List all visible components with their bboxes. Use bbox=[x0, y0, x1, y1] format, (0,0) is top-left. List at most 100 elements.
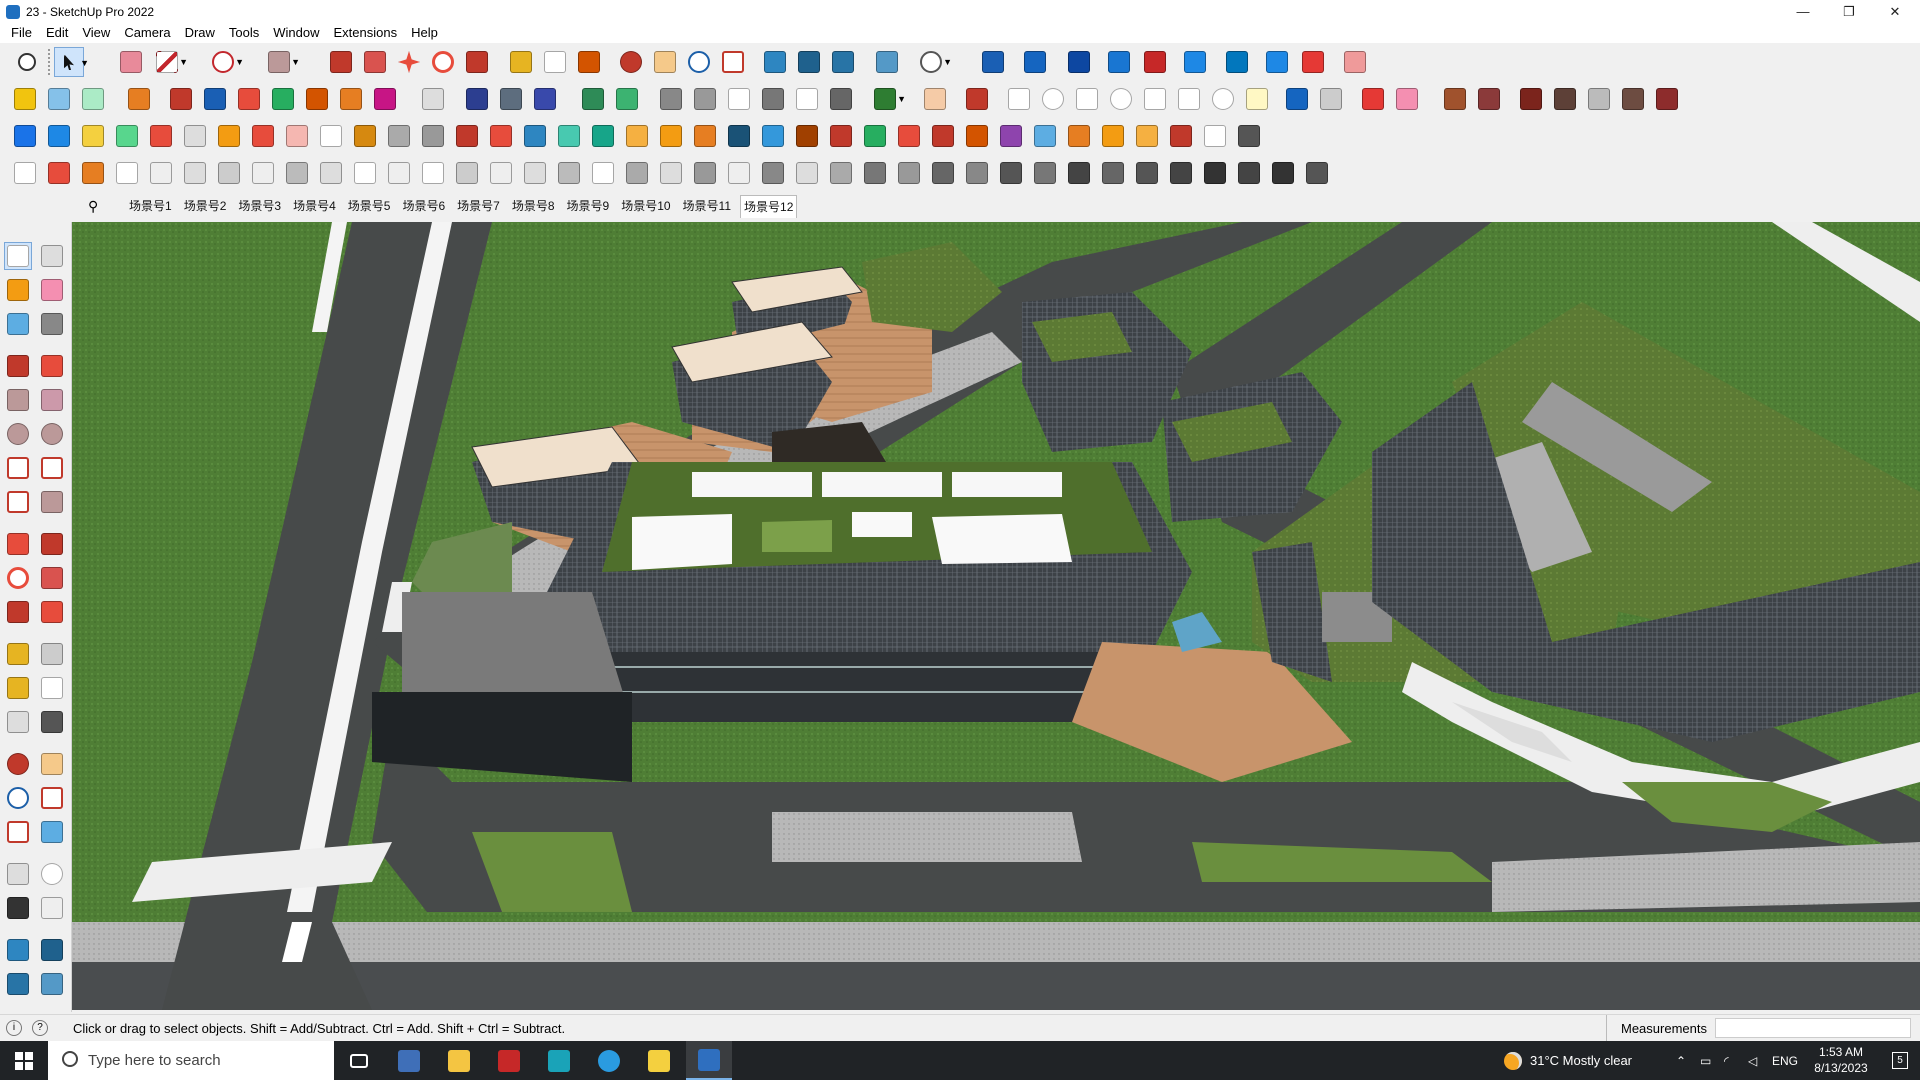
extension-icon[interactable] bbox=[1030, 158, 1060, 188]
extension-icon[interactable] bbox=[1020, 47, 1050, 77]
extension-icon[interactable] bbox=[758, 158, 788, 188]
extension-icon[interactable] bbox=[826, 121, 856, 151]
extension-icon[interactable] bbox=[462, 84, 492, 114]
extension-icon[interactable] bbox=[1098, 158, 1128, 188]
menu-window[interactable]: Window bbox=[266, 23, 326, 43]
component-icon[interactable] bbox=[44, 84, 74, 114]
zoom-icon[interactable] bbox=[684, 47, 714, 77]
extension-icon[interactable] bbox=[302, 84, 332, 114]
extension-icon[interactable] bbox=[928, 158, 958, 188]
extension-icon[interactable] bbox=[44, 158, 74, 188]
rotate-tool-icon[interactable] bbox=[4, 564, 32, 592]
eraser-tool-icon[interactable] bbox=[116, 47, 146, 77]
extension-icon[interactable] bbox=[520, 158, 550, 188]
extension-icon[interactable] bbox=[248, 121, 278, 151]
task-view-icon[interactable] bbox=[336, 1041, 382, 1080]
extension-icon[interactable] bbox=[1030, 121, 1060, 151]
orbit-tool-icon[interactable] bbox=[616, 47, 646, 77]
extension-icon[interactable] bbox=[486, 158, 516, 188]
extension-icon[interactable] bbox=[486, 121, 516, 151]
move-tool-icon[interactable] bbox=[4, 530, 32, 558]
start-button[interactable] bbox=[0, 1041, 48, 1080]
notification-icon[interactable]: 5 bbox=[1880, 1041, 1920, 1080]
zoom-extents-icon[interactable] bbox=[718, 47, 748, 77]
extension-icon[interactable] bbox=[44, 121, 74, 151]
extension-icon[interactable] bbox=[248, 158, 278, 188]
extension-icon[interactable] bbox=[268, 84, 298, 114]
extension-icon[interactable] bbox=[1316, 84, 1346, 114]
extension-icon[interactable] bbox=[418, 121, 448, 151]
extension-icon[interactable] bbox=[1282, 84, 1312, 114]
component-icon[interactable] bbox=[78, 84, 108, 114]
tools-icon[interactable] bbox=[872, 47, 902, 77]
text-tool-icon[interactable] bbox=[38, 674, 66, 702]
extension-icon[interactable] bbox=[978, 47, 1008, 77]
extension-icon[interactable] bbox=[962, 121, 992, 151]
extension-icon[interactable] bbox=[496, 84, 526, 114]
extension-icon[interactable] bbox=[1358, 84, 1388, 114]
measurements-input[interactable] bbox=[1715, 1018, 1911, 1038]
extension-icon[interactable] bbox=[792, 158, 822, 188]
walk-icon[interactable] bbox=[4, 894, 32, 922]
scene-tab-6[interactable]: 场景号6 bbox=[399, 195, 448, 217]
extension-icon[interactable] bbox=[1392, 84, 1422, 114]
extension-icon[interactable] bbox=[894, 158, 924, 188]
arc-tool-icon[interactable] bbox=[4, 454, 32, 482]
extension-icon[interactable] bbox=[166, 84, 196, 114]
section-plane-icon[interactable] bbox=[760, 47, 790, 77]
orbit-tool-icon[interactable] bbox=[38, 242, 66, 270]
search-icon[interactable]: ⚲ bbox=[88, 198, 104, 214]
3d-text-icon[interactable] bbox=[38, 708, 66, 736]
extension-icon[interactable] bbox=[316, 121, 346, 151]
extension-icon[interactable] bbox=[1064, 47, 1094, 77]
minimize-button[interactable]: — bbox=[1780, 0, 1826, 23]
extension-icon[interactable] bbox=[10, 121, 40, 151]
extension-icon[interactable] bbox=[690, 158, 720, 188]
extension-icon[interactable] bbox=[894, 121, 924, 151]
extension-icon[interactable] bbox=[1222, 47, 1252, 77]
line-tool-icon[interactable]: ▼ bbox=[152, 47, 188, 77]
move-tool-icon[interactable] bbox=[394, 47, 424, 77]
shape-icon[interactable] bbox=[1072, 84, 1102, 114]
model-viewport[interactable] bbox=[72, 222, 1920, 1010]
scene-tab-11[interactable]: 场景号11 bbox=[680, 195, 734, 217]
look-around-icon[interactable] bbox=[38, 860, 66, 888]
extension-icon[interactable] bbox=[1132, 158, 1162, 188]
arc-tool-icon[interactable]: ▼ bbox=[208, 47, 244, 77]
scene-tab-3[interactable]: 场景号3 bbox=[235, 195, 284, 217]
extension-icon[interactable] bbox=[1064, 158, 1094, 188]
extension-icon[interactable] bbox=[578, 84, 608, 114]
extension-icon[interactable] bbox=[1440, 84, 1470, 114]
scene-tab-5[interactable]: 场景号5 bbox=[345, 195, 394, 217]
paint-bucket-icon[interactable] bbox=[574, 47, 604, 77]
extension-icon[interactable] bbox=[1618, 84, 1648, 114]
app-icon[interactable] bbox=[536, 1041, 582, 1080]
extension-icon[interactable] bbox=[282, 121, 312, 151]
extension-icon[interactable] bbox=[1166, 158, 1196, 188]
extension-icon[interactable] bbox=[1098, 121, 1128, 151]
extension-icon[interactable] bbox=[1302, 158, 1332, 188]
volume-icon[interactable]: ◁ bbox=[1748, 1041, 1757, 1080]
extension-icon[interactable] bbox=[792, 121, 822, 151]
extension-icon[interactable] bbox=[4, 970, 32, 998]
extension-icon[interactable] bbox=[234, 84, 264, 114]
undo-icon[interactable] bbox=[1262, 47, 1292, 77]
extension-icon[interactable] bbox=[860, 158, 890, 188]
extension-icon[interactable] bbox=[1180, 47, 1210, 77]
extension-icon[interactable] bbox=[10, 158, 40, 188]
extension-icon[interactable] bbox=[384, 158, 414, 188]
house-icon[interactable] bbox=[656, 84, 686, 114]
scene-tab-7[interactable]: 场景号7 bbox=[454, 195, 503, 217]
chevron-down-icon[interactable]: ▼ bbox=[179, 57, 188, 67]
shape-icon[interactable] bbox=[1106, 84, 1136, 114]
pie-tool-icon[interactable] bbox=[38, 488, 66, 516]
protractor-icon[interactable] bbox=[4, 674, 32, 702]
pencil-icon[interactable] bbox=[38, 310, 66, 338]
scene-tab-2[interactable]: 场景号2 bbox=[181, 195, 230, 217]
battery-icon[interactable]: ▭ bbox=[1700, 1041, 1711, 1080]
extension-icon[interactable] bbox=[962, 158, 992, 188]
component-icon[interactable] bbox=[4, 310, 32, 338]
zoom-extents-icon[interactable] bbox=[4, 818, 32, 846]
menu-draw[interactable]: Draw bbox=[178, 23, 222, 43]
pan-icon[interactable] bbox=[38, 750, 66, 778]
